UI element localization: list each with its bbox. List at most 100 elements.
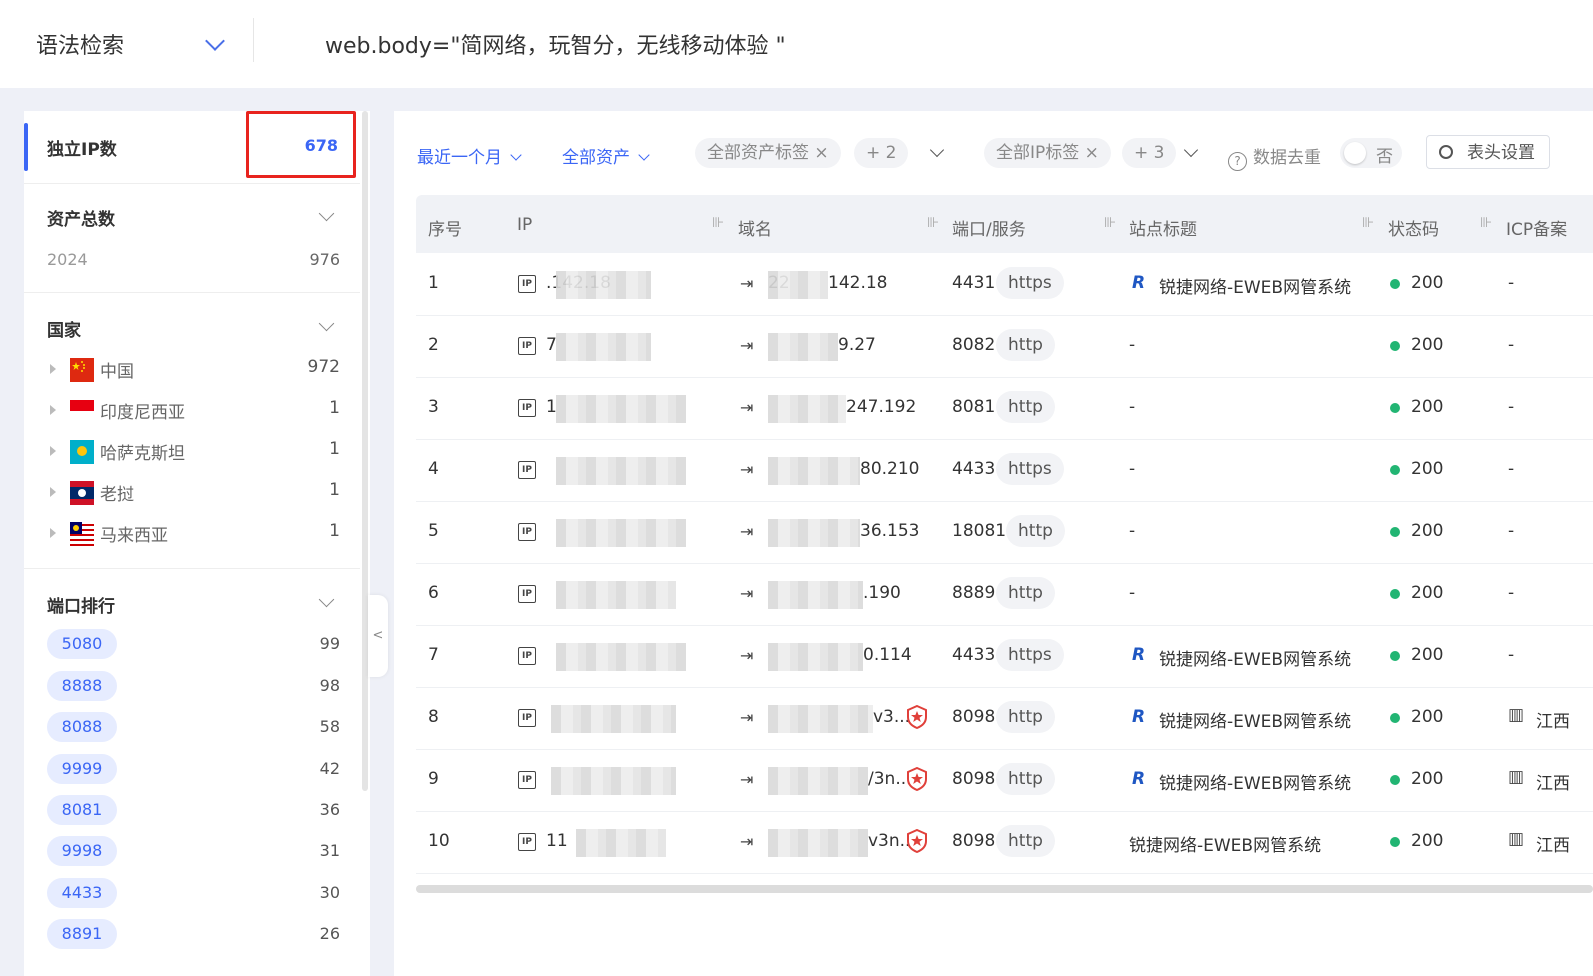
service-tag[interactable]: http [996,391,1055,423]
domain-text[interactable]: 0.114 [863,645,912,665]
table-row[interactable]: 2 IP 7 ⇥ 9.27 8082 http -200- [416,315,1593,378]
service-tag[interactable]: http [996,577,1055,609]
port-item[interactable]: 8891 26 [47,919,340,949]
expand-icon[interactable] [50,487,56,497]
port-number[interactable]: 18081 [952,521,1006,541]
column-header-title[interactable]: 站点标题 [1129,215,1197,240]
time-range-dropdown[interactable]: 最近一个月 [417,143,522,168]
ip-tag-more-chip[interactable]: + 3 [1122,138,1177,168]
table-row[interactable]: 4 IP ⇥ 80.210 4433 https - 200 - [416,439,1593,502]
table-row[interactable]: 8 IP ⇥ v3... 8098 http R 锐捷网络-EWEB网管系统 200 ▥ 江西 [416,687,1593,750]
service-tag[interactable]: https [996,639,1064,671]
service-tag[interactable]: http [996,701,1055,733]
domain-text[interactable]: 142.18 [828,273,887,293]
close-icon[interactable]: × [1085,143,1099,163]
site-title[interactable]: - [1129,335,1135,355]
chevron-down-icon[interactable] [318,591,335,608]
site-title[interactable]: 锐捷网络-EWEB网管系统 [1159,769,1351,794]
column-header-port[interactable]: 端口/服务 [952,215,1026,240]
domain-text[interactable]: 247.192 [846,397,916,417]
table-row[interactable]: 9 IP ⇥ /3n... 8098 http R 锐捷网络-EWEB网管系统 200 ▥ 江西 [416,749,1593,812]
dedupe-toggle[interactable]: 否 [1340,138,1402,168]
port-item[interactable]: 4433 30 [47,878,340,908]
port-number[interactable]: 8082 [952,335,995,355]
column-header-ip[interactable]: IP [517,215,532,235]
asset-tag-more-chip[interactable]: + 2 [854,138,909,168]
domain-text[interactable]: .190 [863,583,901,603]
port-tag[interactable]: 5080 [47,629,117,659]
table-row[interactable]: 3 IP 1 ⇥ 247.192 8081 http -200- [416,377,1593,440]
port-item[interactable]: 9999 42 [47,754,340,784]
service-tag[interactable]: http [996,825,1055,857]
service-tag[interactable]: https [996,453,1064,485]
port-item[interactable]: 5080 99 [47,629,340,659]
port-tag[interactable]: 9999 [47,754,117,784]
column-resizer[interactable]: ⊪ [1362,215,1374,231]
port-number[interactable]: 4433 [952,459,995,479]
port-number[interactable]: 8098 [952,769,995,789]
ip-tag-chip[interactable]: 全部IP标签 × [984,138,1111,168]
country-item-my[interactable]: 马来西亚 1 [50,521,340,547]
service-tag[interactable]: https [996,267,1064,299]
column-resizer[interactable]: ⊪ [1480,215,1492,231]
table-row[interactable]: 5 IP ⇥ 36.153 18081 http - 200 - [416,501,1593,564]
syntax-search-select[interactable]: 语法检索 [36,28,124,60]
expand-icon[interactable] [50,364,56,374]
unique-ip-row[interactable]: 独立IP数 678 [24,111,360,184]
query-input[interactable]: web.body="简网络，玩智分，无线移动体验 " [325,28,786,60]
port-number[interactable]: 8098 [952,707,995,727]
icp-record[interactable]: 江西 [1536,831,1570,856]
domain-text[interactable]: 9.27 [838,335,876,355]
expand-icon[interactable] [50,405,56,415]
service-tag[interactable]: http [1006,515,1065,547]
port-item[interactable]: 9998 31 [47,836,340,866]
port-item[interactable]: 8888 98 [47,671,340,701]
port-tag[interactable]: 8888 [47,671,117,701]
port-tag[interactable]: 4433 [47,878,117,908]
icp-record[interactable]: 江西 [1536,707,1570,732]
sidebar-scrollbar[interactable] [362,111,368,791]
chevron-down-icon[interactable] [205,31,225,51]
domain-text[interactable]: /3n... [868,769,912,789]
site-title[interactable]: - [1129,521,1135,541]
domain-text[interactable]: v3... [873,707,910,727]
expand-icon[interactable] [50,446,56,456]
table-row[interactable]: 6 IP ⇥ .190 8889 http - 200 - [416,563,1593,626]
site-title[interactable]: - [1129,583,1135,603]
column-header-domain[interactable]: 域名 [738,215,772,240]
site-title[interactable]: 锐捷网络-EWEB网管系统 [1159,707,1351,732]
table-header-settings-button[interactable]: 表头设置 [1426,135,1550,169]
domain-text[interactable]: 36.153 [860,521,919,541]
asset-tag-chip[interactable]: 全部资产标签 × [695,138,841,168]
close-icon[interactable]: × [814,143,828,163]
port-tag[interactable]: 9998 [47,836,117,866]
port-number[interactable]: 8889 [952,583,995,603]
site-title[interactable]: 锐捷网络-EWEB网管系统 [1129,831,1321,856]
expand-icon[interactable] [50,528,56,538]
port-number[interactable]: 8081 [952,397,995,417]
ip-address[interactable]: 11 [546,831,568,851]
table-row[interactable]: 7 IP ⇥ 0.114 4433 https R 锐捷网络-EWEB网管系统 200 - [416,625,1593,688]
horizontal-scrollbar[interactable] [416,885,1593,893]
port-tag[interactable]: 8088 [47,712,117,742]
collapse-sidebar-button[interactable]: < [368,595,388,677]
icp-record[interactable]: 江西 [1536,769,1570,794]
service-tag[interactable]: http [996,329,1055,361]
chevron-down-icon[interactable] [318,315,335,332]
country-item-cn[interactable]: 中国 972 [50,357,340,383]
table-row[interactable]: 10 IP 11 ⇥ v3n... 8098 http 锐捷网络-EWEB网管系统 200 ▥ 江西 [416,811,1593,874]
port-number[interactable]: 4433 [952,645,995,665]
column-resizer[interactable]: ⊪ [1104,215,1116,231]
column-header-index[interactable]: 序号 [428,215,462,240]
domain-text[interactable]: 80.210 [860,459,919,479]
column-header-icp[interactable]: ICP备案 [1506,215,1567,240]
site-title[interactable]: 锐捷网络-EWEB网管系统 [1159,273,1351,298]
total-assets-row[interactable]: 2024 976 [47,250,340,269]
port-item[interactable]: 8088 58 [47,712,340,742]
country-item-kz[interactable]: 哈萨克斯坦 1 [50,439,340,465]
chevron-down-icon[interactable] [1183,142,1199,158]
country-item-la[interactable]: 老挝 1 [50,480,340,506]
port-number[interactable]: 4431 [952,273,995,293]
column-header-status[interactable]: 状态码 [1388,215,1439,240]
service-tag[interactable]: http [996,763,1055,795]
